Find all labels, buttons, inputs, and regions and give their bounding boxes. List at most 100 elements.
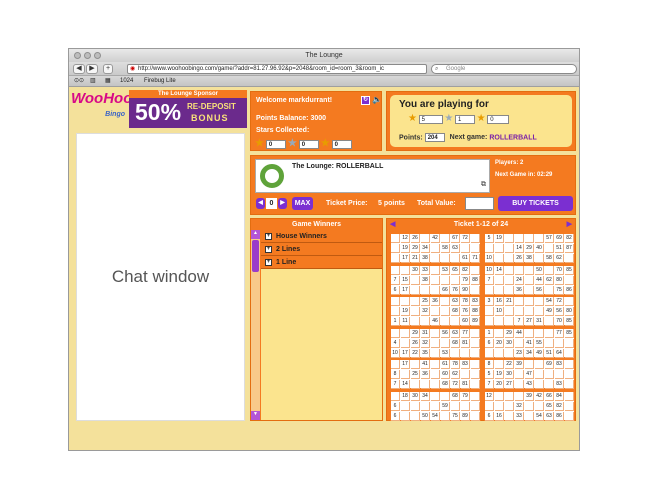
ticket-cell xyxy=(451,401,460,411)
gold-star-icon: ★ xyxy=(255,138,264,149)
reading-list-icon[interactable]: ⊙⊙ xyxy=(74,76,84,87)
welcome-greeting: Welcome markdurrant! xyxy=(256,97,333,104)
ticket-cell: 6 xyxy=(391,401,400,411)
ticket-cell: 72 xyxy=(451,380,460,389)
ticket-cell: 27 xyxy=(505,380,514,389)
ticket-cell: 63 xyxy=(451,297,460,306)
scroll-thumb[interactable] xyxy=(252,240,259,272)
refresh-icon[interactable]: ↻ xyxy=(361,96,370,105)
ticket-cell: 25 xyxy=(411,370,420,379)
total-value-field xyxy=(465,197,494,210)
ticket-cell: 70 xyxy=(555,317,564,326)
fullscreen-icon[interactable]: ⧉ xyxy=(481,181,486,189)
ticket-cell xyxy=(451,254,460,263)
ticket-cell xyxy=(461,401,470,411)
increase-quantity-button[interactable]: ▶ xyxy=(278,198,287,209)
ticket-cell: 17 xyxy=(401,285,410,295)
ticket-cell xyxy=(565,254,574,263)
ticket-cell xyxy=(485,348,494,358)
ticket-cell: 30 xyxy=(505,338,514,348)
prize-stars-row: ★ 5 ★ 1 ★ 0 xyxy=(408,113,510,124)
ticket-cell: 85 xyxy=(565,317,574,326)
ticket-cell xyxy=(535,380,544,389)
ticket-cell xyxy=(471,265,480,275)
ticket-cell: 36 xyxy=(421,370,430,379)
ticket-cell xyxy=(391,244,400,253)
ticket-cell: 67 xyxy=(451,234,460,243)
ticket-cell xyxy=(505,234,514,243)
winners-list: + House Winners +2 Lines +1 Line xyxy=(261,230,382,420)
zoom-window-button[interactable] xyxy=(94,52,101,59)
chat-window[interactable]: Chat window xyxy=(76,133,245,421)
ticket-cell xyxy=(391,307,400,316)
ticket-cell: 68 xyxy=(451,391,460,401)
ticket-cell: 63 xyxy=(545,411,554,421)
ticket-cell xyxy=(431,244,440,253)
forward-icon[interactable]: ▶ xyxy=(86,64,98,74)
ticket-cell: 85 xyxy=(565,328,574,338)
ticket-cell xyxy=(495,275,504,285)
ticket-cell: 50 xyxy=(535,265,544,275)
scroll-down-icon[interactable]: ▼ xyxy=(251,411,260,420)
address-bar[interactable]: ◉ http://www.woohoobingo.com/game/?addr=… xyxy=(127,64,427,74)
ticket-cell xyxy=(515,234,524,243)
ticket-cell: 81 xyxy=(461,338,470,348)
ticket-cell: 69 xyxy=(545,360,554,369)
top-sites-icon[interactable]: ▦ xyxy=(105,76,111,87)
ticket-cell: 5 xyxy=(485,370,494,379)
ticket-cell xyxy=(535,360,544,369)
add-bookmark-icon[interactable]: + xyxy=(103,64,113,74)
ticket-cell: 66 xyxy=(441,285,450,295)
scroll-up-icon[interactable]: ▲ xyxy=(251,230,260,239)
winners-item-2-lines[interactable]: +2 Lines xyxy=(261,243,382,256)
ticket-cell: 8 xyxy=(391,370,400,379)
ticket-cell: 56 xyxy=(441,328,450,338)
ticket-cell xyxy=(535,328,544,338)
ticket-cell xyxy=(421,317,430,326)
ticket-cell xyxy=(471,370,480,379)
ticket-cell: 16 xyxy=(495,411,504,421)
search-placeholder: Google xyxy=(446,66,466,72)
ticket-cell: 76 xyxy=(461,307,470,316)
ticket-cell xyxy=(545,370,554,379)
search-input[interactable]: ⌕ Google xyxy=(431,64,577,74)
woohoo-logo[interactable]: WooHoo!! Bingo xyxy=(71,91,142,127)
sponsor-banner[interactable]: The Lounge Sponsor 50% RE-DEPOSIT BONUS xyxy=(129,90,247,128)
ticket-cell: 34 xyxy=(421,244,430,253)
winners-item-house[interactable]: + House Winners xyxy=(261,230,382,243)
winners-item-label: 1 Line xyxy=(276,259,297,266)
next-tickets-icon[interactable]: ▶ xyxy=(567,219,572,230)
ticket-cell xyxy=(485,307,494,316)
bingo-ticket: 3 16 21 54 72 10 49 56 80 7 27 31 70 85 xyxy=(484,296,575,326)
ticket-cell xyxy=(471,328,480,338)
ticket-cell xyxy=(431,275,440,285)
sound-icon[interactable]: 🔈 xyxy=(372,95,382,104)
bookmark-firebug[interactable]: Firebug Lite xyxy=(144,76,176,87)
ticket-cell xyxy=(401,401,410,411)
close-window-button[interactable] xyxy=(74,52,81,59)
decrease-quantity-button[interactable]: ◀ xyxy=(256,198,265,209)
ticket-cell: 58 xyxy=(545,254,554,263)
bookmarks-icon[interactable]: ▥ xyxy=(90,76,96,87)
ticket-cell xyxy=(471,360,480,369)
ticket-cell: 33 xyxy=(515,411,524,421)
back-icon[interactable]: ◀ xyxy=(73,64,85,74)
welcome-panel: Welcome markdurrant! ↻ 🔈 Points Balance:… xyxy=(250,91,382,151)
ticket-cell xyxy=(485,244,494,253)
ticket-cell xyxy=(535,307,544,316)
ticket-cell xyxy=(431,338,440,348)
minimize-window-button[interactable] xyxy=(84,52,91,59)
ticket-cell xyxy=(441,411,450,421)
winners-scrollbar[interactable]: ▲ ▼ xyxy=(251,230,260,420)
bookmark-1024[interactable]: 1024 xyxy=(120,76,133,87)
ticket-cell xyxy=(525,297,534,306)
previous-tickets-icon[interactable]: ◀ xyxy=(390,219,395,230)
buy-tickets-button[interactable]: BUY TICKETS xyxy=(498,196,573,211)
max-button[interactable]: MAX xyxy=(292,197,313,210)
ticket-quantity-input[interactable]: 0 xyxy=(266,198,277,209)
ticket-cell xyxy=(441,275,450,285)
ticket-cell xyxy=(545,380,554,389)
ticket-cell: 30 xyxy=(411,265,420,275)
ticket-cell xyxy=(431,307,440,316)
winners-item-1-line[interactable]: +1 Line xyxy=(261,256,382,269)
